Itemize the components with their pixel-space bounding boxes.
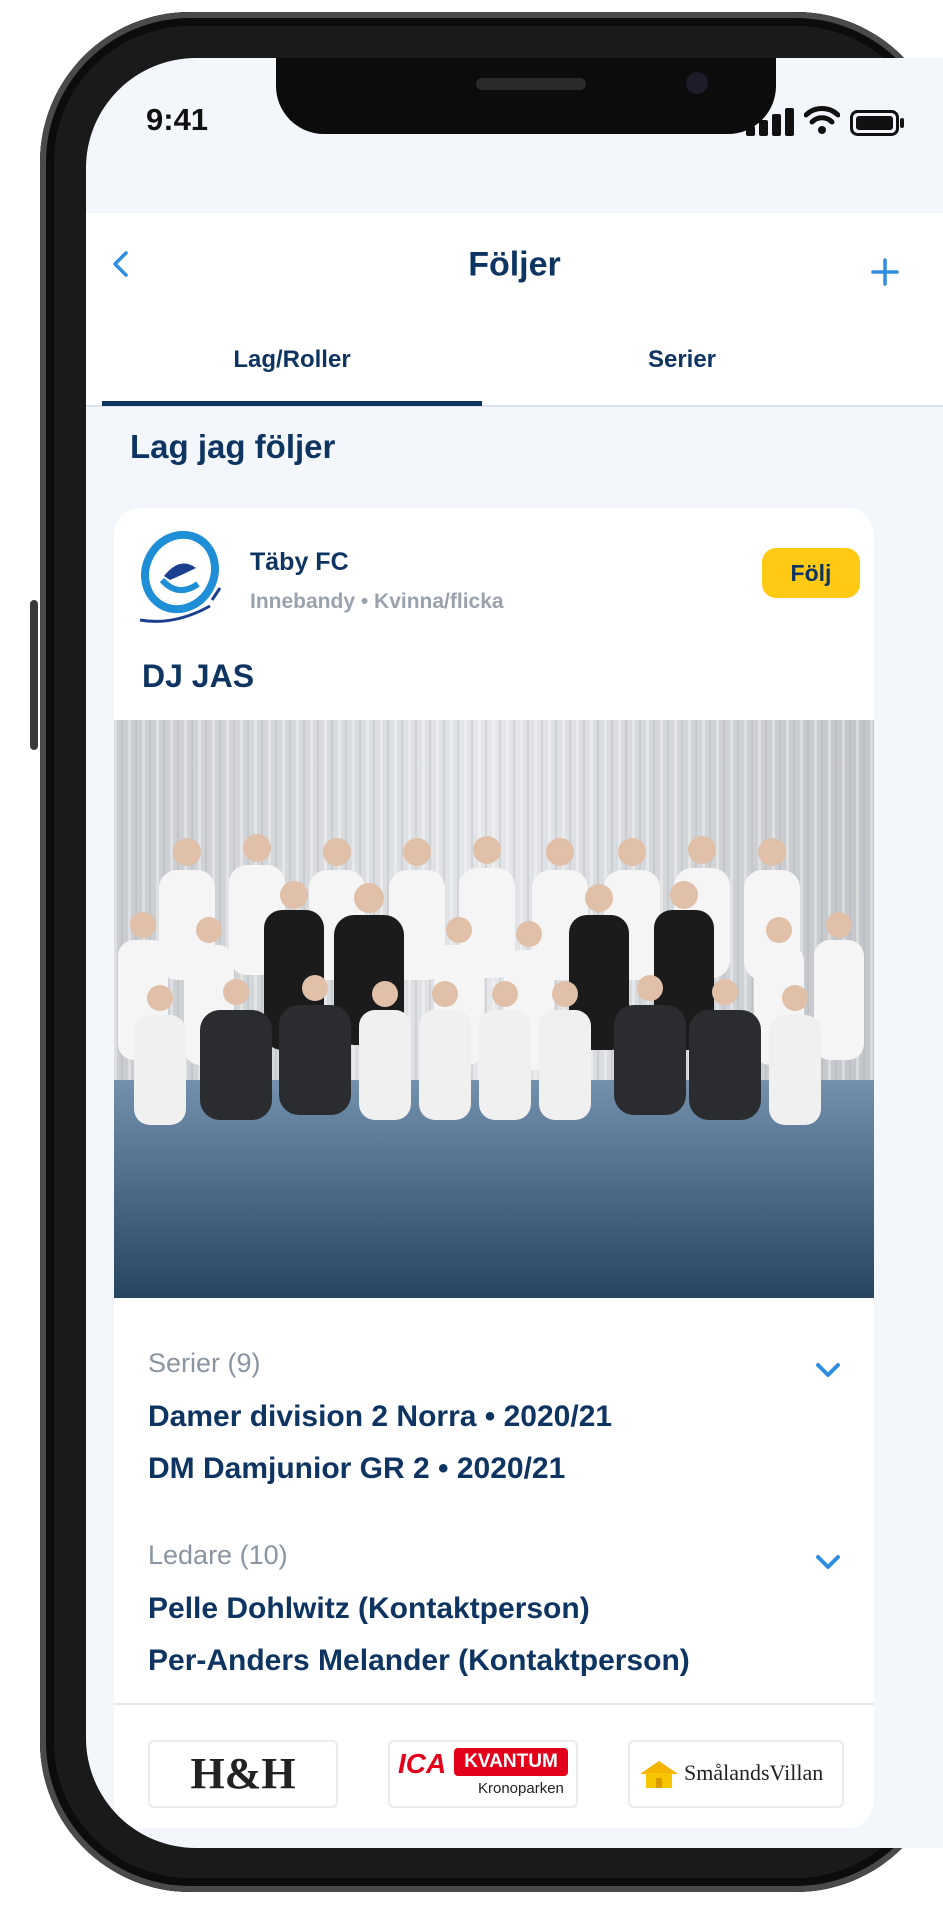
- team-card[interactable]: Täby FC Innebandy • Kvinna/flicka Följ D…: [114, 508, 874, 1828]
- front-camera: [686, 72, 708, 94]
- tab-bar: Lag/Roller Serier: [86, 315, 943, 407]
- tab-serier[interactable]: Serier: [482, 315, 882, 405]
- chevron-down-icon[interactable]: [814, 1552, 842, 1572]
- sponsor-hh[interactable]: H&H: [148, 1740, 338, 1808]
- leaders-label: Ledare (10): [148, 1540, 288, 1570]
- chevron-down-icon[interactable]: [814, 1360, 842, 1380]
- sponsor-hh-logo: H&H: [190, 1749, 296, 1798]
- sponsor-ica-kvantum[interactable]: ICA KVANTUM Kronoparken: [388, 1740, 578, 1808]
- battery-icon: [850, 110, 904, 136]
- section-title: Lag jag följer: [130, 428, 336, 465]
- taby-fc-logo: [139, 530, 222, 623]
- device-notch: [276, 58, 776, 134]
- divider: [114, 1703, 874, 1705]
- status-time: 9:41: [146, 102, 209, 137]
- club-meta: Innebandy • Kvinna/flicka: [250, 590, 504, 613]
- team-photo: [114, 720, 874, 1298]
- smalandsvillan-logo: SmålandsVillan: [684, 1760, 824, 1785]
- ica-logo: ICA: [398, 1748, 447, 1779]
- page-title: Följer: [468, 245, 561, 284]
- kvantum-badge: KVANTUM: [454, 1748, 568, 1776]
- follow-button[interactable]: Följ: [762, 548, 860, 598]
- series-item[interactable]: DM Damjunior GR 2 • 2020/21: [148, 1452, 565, 1486]
- speaker-grille: [476, 78, 586, 90]
- series-label: Serier (9): [148, 1348, 261, 1378]
- sponsor-smalandsvillan[interactable]: SmålandsVillan: [628, 1740, 844, 1808]
- tab-lag-roller[interactable]: Lag/Roller: [102, 315, 482, 405]
- kronoparken-label: Kronoparken: [478, 1780, 564, 1797]
- series-item[interactable]: Damer division 2 Norra • 2020/21: [148, 1400, 612, 1434]
- wifi-icon: [804, 106, 840, 134]
- leader-item[interactable]: Per-Anders Melander (Kontaktperson): [148, 1644, 690, 1678]
- app-screen: 9:41 Följer Lag/Roller Serier Lag jag fö…: [86, 58, 943, 1848]
- volume-button: [30, 600, 38, 750]
- leader-item[interactable]: Pelle Dohlwitz (Kontaktperson): [148, 1592, 590, 1626]
- active-tab-indicator: [102, 401, 482, 406]
- navigation-bar: Följer: [86, 213, 943, 316]
- team-name: DJ JAS: [142, 658, 255, 694]
- house-icon: [640, 1761, 678, 1788]
- club-name: Täby FC: [250, 548, 349, 576]
- plus-icon[interactable]: [870, 257, 900, 287]
